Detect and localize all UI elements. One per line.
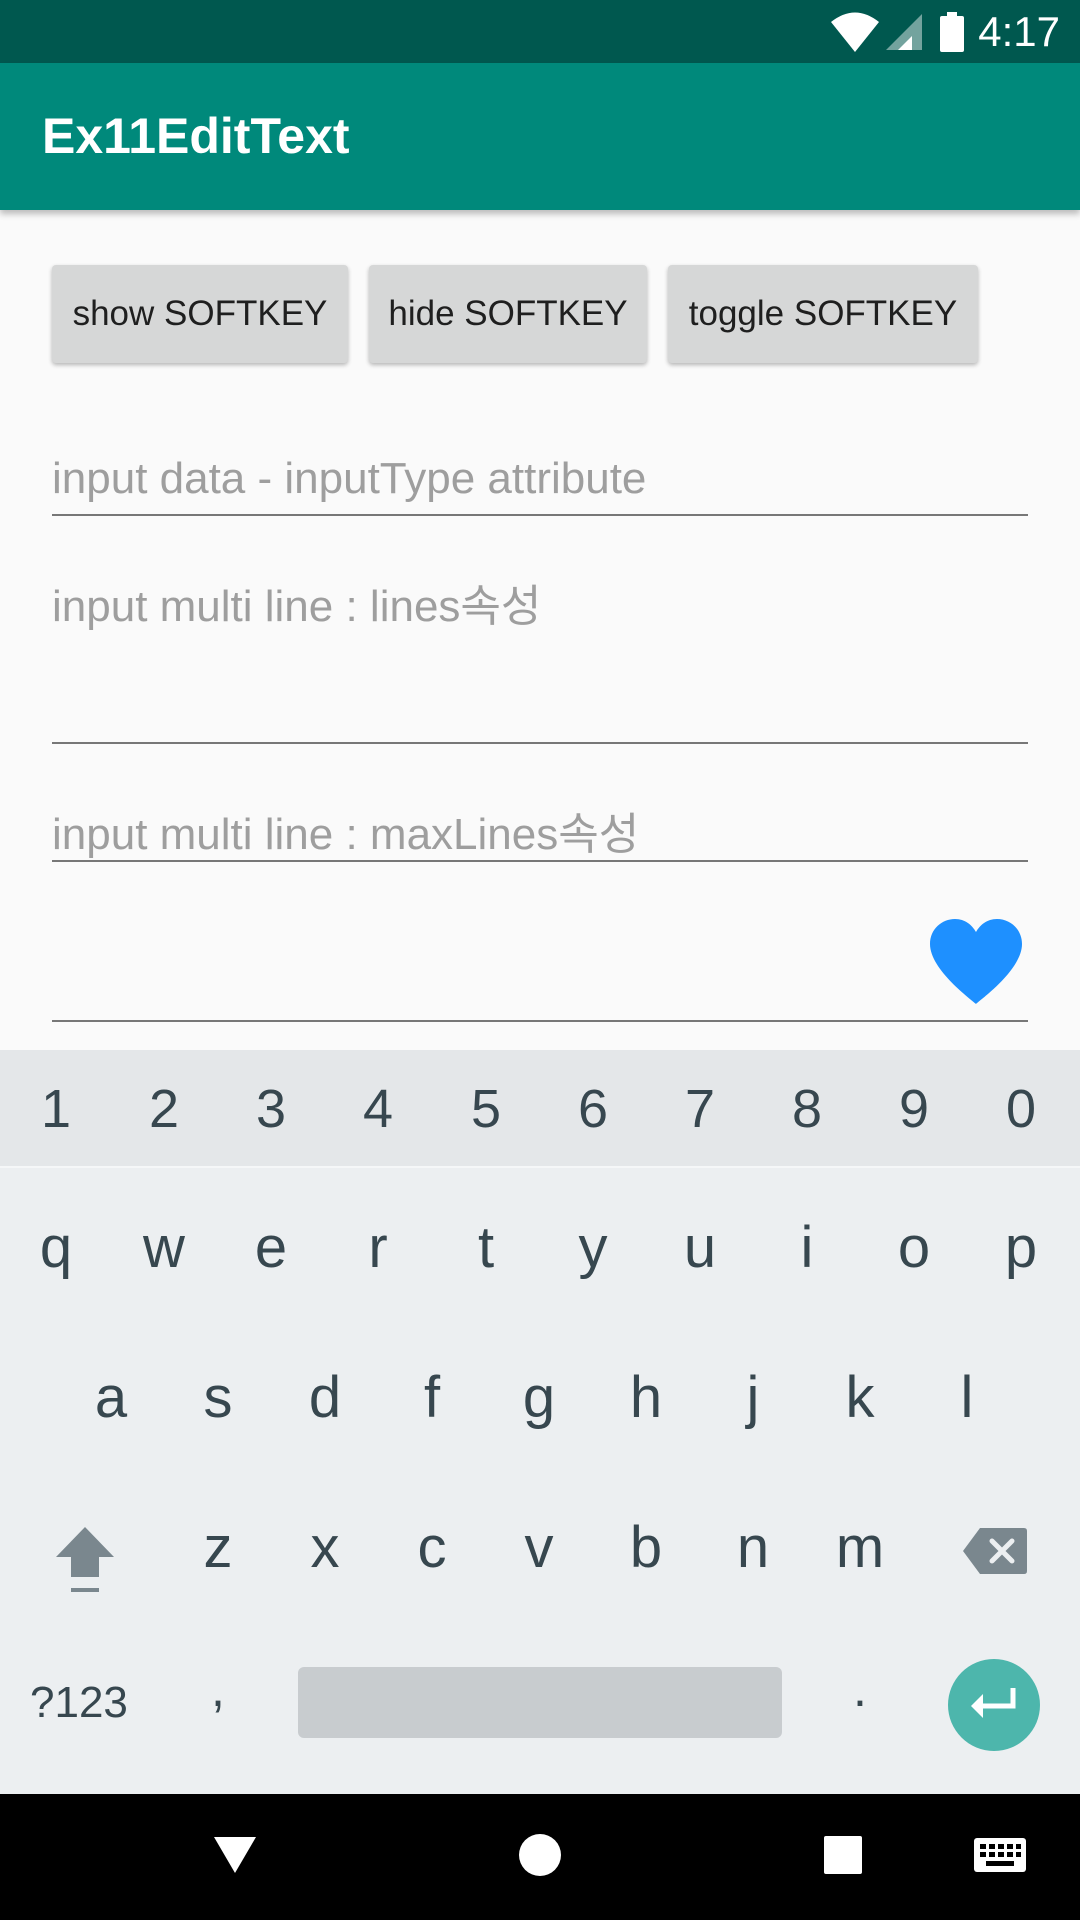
recents-icon: [823, 1835, 863, 1880]
key-8[interactable]: 8: [762, 1078, 852, 1140]
symbols-key[interactable]: ?123: [30, 1678, 128, 1728]
app-title: Ex11EditText: [42, 108, 350, 164]
wifi-icon: [830, 11, 880, 53]
input-type-hint: input data - inputType attribute: [52, 454, 647, 503]
soft-keyboard: 1 2 3 4 5 6 7 8 9 0 q w e r t y u i o p …: [0, 1050, 1080, 1794]
key-l[interactable]: l: [922, 1364, 1012, 1431]
input-type-underline: [52, 514, 1028, 516]
key-2[interactable]: 2: [119, 1078, 209, 1140]
key-k[interactable]: k: [815, 1364, 905, 1431]
icon-field-underline: [52, 1020, 1028, 1022]
enter-icon: [969, 1686, 1019, 1725]
key-4[interactable]: 4: [333, 1078, 423, 1140]
key-7[interactable]: 7: [655, 1078, 745, 1140]
key-q[interactable]: q: [11, 1214, 101, 1281]
spacebar[interactable]: [298, 1667, 782, 1738]
key-c[interactable]: c: [387, 1514, 477, 1581]
key-e[interactable]: e: [226, 1214, 316, 1281]
key-5[interactable]: 5: [441, 1078, 531, 1140]
key-f[interactable]: f: [387, 1364, 477, 1431]
status-time: 4:17: [978, 7, 1060, 55]
key-r[interactable]: r: [333, 1214, 423, 1281]
key-0[interactable]: 0: [976, 1078, 1066, 1140]
keyboard-icon: [973, 1837, 1027, 1878]
key-1[interactable]: 1: [11, 1078, 101, 1140]
home-button[interactable]: [505, 1794, 575, 1920]
key-i[interactable]: i: [762, 1214, 852, 1281]
period-key[interactable]: .: [815, 1660, 905, 1718]
input-type-field[interactable]: input data - inputType attribute: [52, 440, 1028, 520]
key-u[interactable]: u: [655, 1214, 745, 1281]
key-v[interactable]: v: [494, 1514, 584, 1581]
key-t[interactable]: t: [441, 1214, 531, 1281]
hide-softkey-button[interactable]: hide SOFTKEY: [369, 265, 647, 363]
lines-hint: input multi line : lines속성: [52, 582, 542, 631]
signal-icon: [884, 12, 924, 52]
keyboard-switch-button[interactable]: [970, 1794, 1030, 1920]
max-lines-field[interactable]: input multi line : maxLines속성: [52, 790, 1028, 864]
key-w[interactable]: w: [119, 1214, 209, 1281]
lines-underline: [52, 742, 1028, 744]
key-x[interactable]: x: [280, 1514, 370, 1581]
key-b[interactable]: b: [601, 1514, 691, 1581]
key-p[interactable]: p: [976, 1214, 1066, 1281]
key-h[interactable]: h: [601, 1364, 691, 1431]
lines-field[interactable]: input multi line : lines속성: [52, 560, 1028, 746]
key-n[interactable]: n: [708, 1514, 798, 1581]
recents-button[interactable]: [808, 1794, 878, 1920]
key-j[interactable]: j: [708, 1364, 798, 1431]
key-g[interactable]: g: [494, 1364, 584, 1431]
key-9[interactable]: 9: [869, 1078, 959, 1140]
enter-key[interactable]: [948, 1659, 1040, 1751]
key-y[interactable]: y: [548, 1214, 638, 1281]
status-icons: 4:17: [830, 0, 1060, 63]
battery-icon: [940, 11, 965, 52]
max-lines-hint: input multi line : maxLines속성: [52, 810, 640, 859]
key-a[interactable]: a: [66, 1364, 156, 1431]
key-6[interactable]: 6: [548, 1078, 638, 1140]
comma-key[interactable]: ,: [173, 1660, 263, 1718]
shift-icon[interactable]: [54, 1525, 116, 1600]
number-row: 1 2 3 4 5 6 7 8 9 0: [0, 1050, 1080, 1168]
key-d[interactable]: d: [280, 1364, 370, 1431]
navigation-bar: [0, 1794, 1080, 1920]
show-softkey-button[interactable]: show SOFTKEY: [52, 265, 348, 363]
heart-icon: [928, 918, 1024, 1011]
key-m[interactable]: m: [815, 1514, 905, 1581]
toggle-softkey-button[interactable]: toggle SOFTKEY: [668, 265, 978, 363]
app-bar: Ex11EditText: [0, 63, 1080, 210]
back-icon: [212, 1835, 258, 1880]
back-button[interactable]: [200, 1794, 270, 1920]
key-z[interactable]: z: [173, 1514, 263, 1581]
home-icon: [518, 1833, 562, 1882]
backspace-icon[interactable]: [962, 1526, 1028, 1581]
status-bar: 4:17: [0, 0, 1080, 63]
key-s[interactable]: s: [173, 1364, 263, 1431]
key-o[interactable]: o: [869, 1214, 959, 1281]
screen: 4:17 Ex11EditText show SOFTKEY hide SOFT…: [0, 0, 1080, 1920]
icon-field[interactable]: [52, 900, 1028, 1024]
key-3[interactable]: 3: [226, 1078, 316, 1140]
max-lines-underline: [52, 860, 1028, 862]
